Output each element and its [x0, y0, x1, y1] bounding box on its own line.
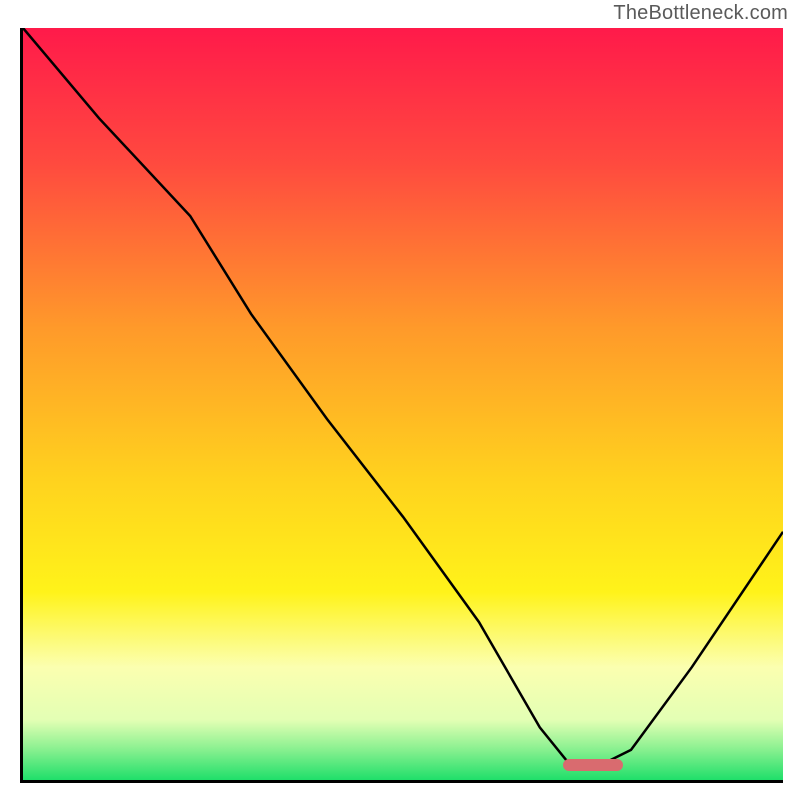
chart-plot-area	[20, 28, 783, 783]
bottleneck-curve	[23, 28, 783, 765]
curve-layer	[23, 28, 783, 780]
optimal-range-marker	[563, 759, 624, 771]
watermark-text: TheBottleneck.com	[613, 2, 788, 25]
